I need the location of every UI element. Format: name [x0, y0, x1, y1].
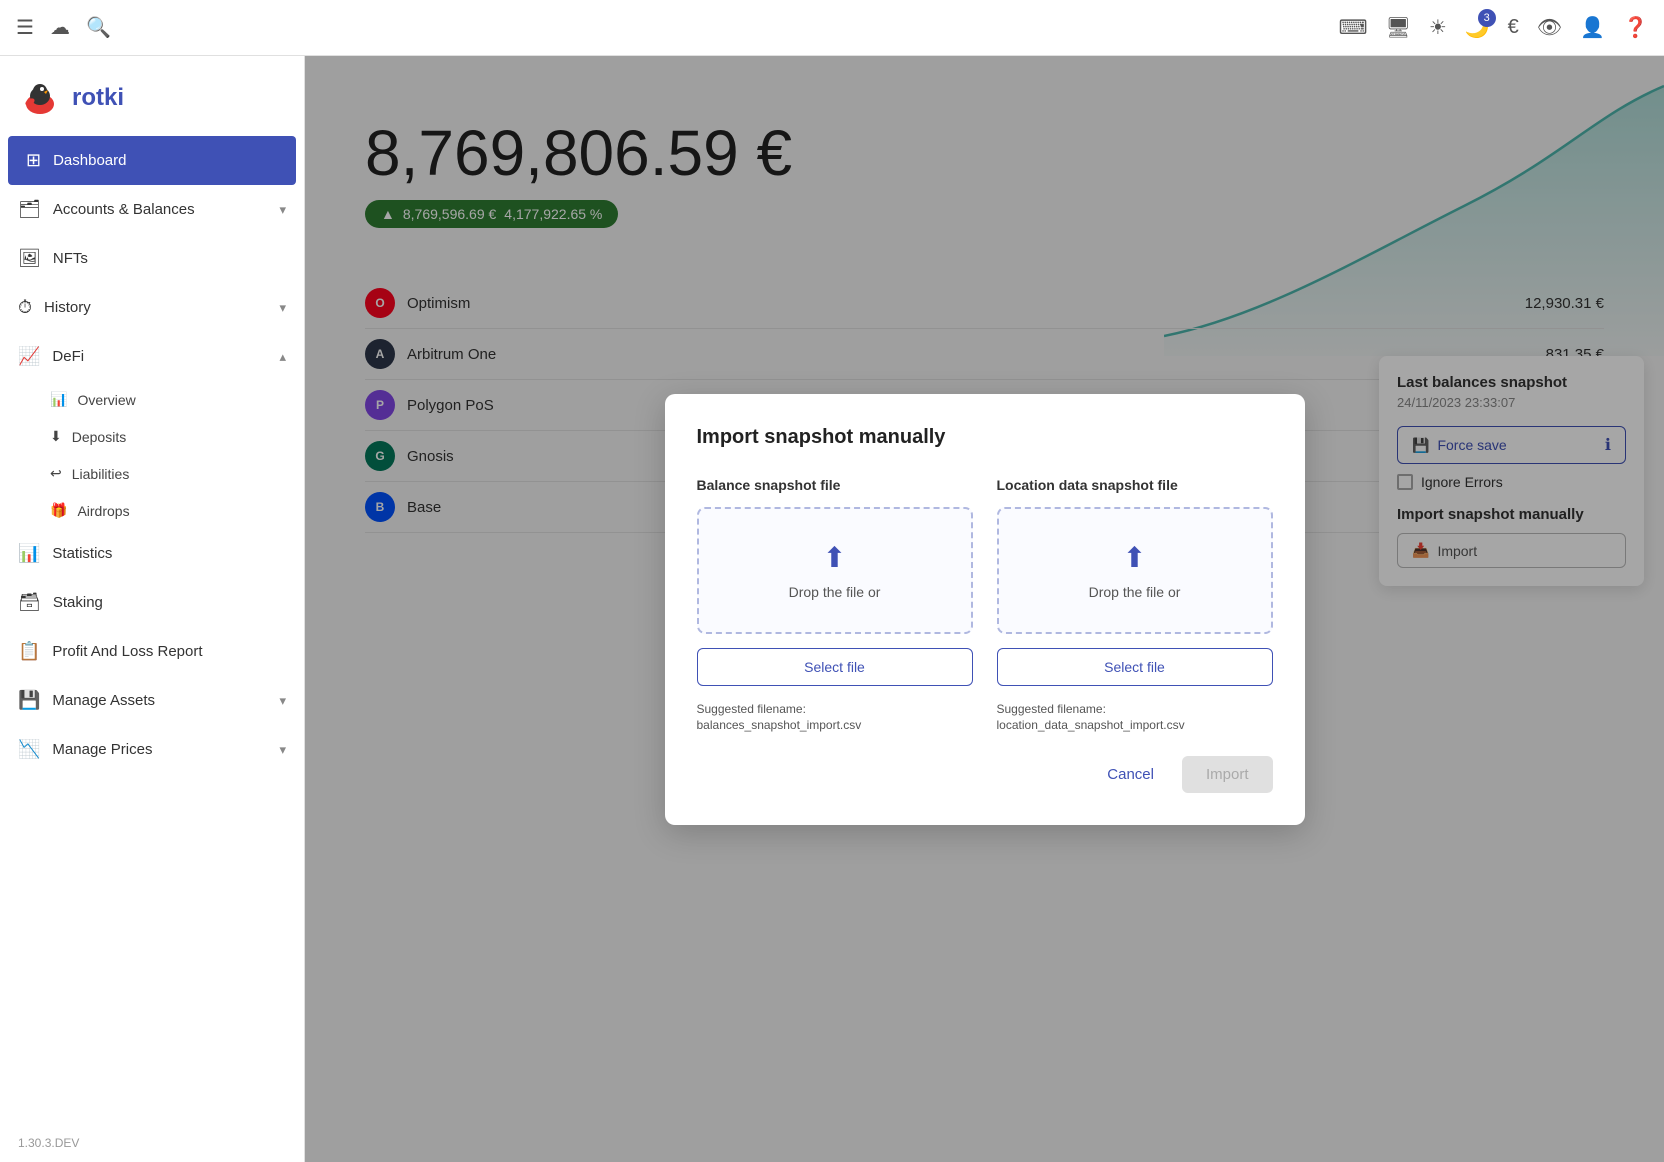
- app-version: 1.30.3.DEV: [0, 1124, 304, 1162]
- statistics-icon: 📊: [18, 543, 40, 564]
- upload-icon-location: ⬆: [1123, 541, 1146, 574]
- main-layout: rotki ⊞ Dashboard 🗂 Accounts & Balances …: [0, 56, 1664, 1162]
- import-snapshot-modal: Import snapshot manually Balance snapsho…: [665, 394, 1305, 825]
- sidebar-sub-airdrops[interactable]: 🎁 Airdrops: [50, 492, 304, 529]
- sidebar-item-dashboard[interactable]: ⊞ Dashboard: [8, 136, 296, 185]
- logo-image: [18, 76, 62, 120]
- sidebar-item-nfts[interactable]: 🖼 NFTs: [0, 234, 304, 283]
- import-button[interactable]: Import: [1182, 756, 1273, 793]
- cancel-button[interactable]: Cancel: [1091, 758, 1170, 791]
- sidebar-label-history: History: [44, 299, 91, 316]
- browser-icon[interactable]: 🖥: [1385, 15, 1410, 40]
- deposits-label: Deposits: [72, 429, 126, 445]
- cloud-icon[interactable]: ☁: [50, 15, 70, 40]
- balance-col-title: Balance snapshot file: [697, 477, 973, 493]
- airdrops-icon: 🎁: [50, 502, 67, 519]
- nfts-icon: 🖼: [18, 248, 41, 269]
- location-col-title: Location data snapshot file: [997, 477, 1273, 493]
- euro-icon[interactable]: €: [1508, 16, 1519, 39]
- select-file-location-button[interactable]: Select file: [997, 648, 1273, 686]
- sidebar-label-defi: DeFi: [52, 348, 84, 365]
- sidebar-label-staking: Staking: [53, 594, 103, 611]
- person-icon[interactable]: 👤: [1580, 15, 1605, 40]
- notification-count: 3: [1478, 9, 1496, 27]
- sidebar-item-manage-assets[interactable]: 💾 Manage Assets ▾: [0, 676, 304, 725]
- profit-loss-icon: 📋: [18, 641, 40, 662]
- topbar-right: ⌨ 🖥 ☀ 🌙 3 € 👁 👤 ❓: [1339, 15, 1648, 40]
- search-icon[interactable]: 🔍: [86, 15, 111, 40]
- sidebar-sub-deposits[interactable]: ⬇ Deposits: [50, 418, 304, 455]
- modal-overlay: Import snapshot manually Balance snapsho…: [305, 56, 1664, 1162]
- sidebar-label-profit-loss: Profit And Loss Report: [52, 643, 202, 660]
- chevron-history: ▾: [279, 300, 286, 316]
- sidebar-item-statistics[interactable]: 📊 Statistics: [0, 529, 304, 578]
- notification-bell[interactable]: 🌙 3: [1465, 15, 1490, 40]
- balance-suggested: Suggested filename: balances_snapshot_im…: [697, 702, 973, 732]
- sidebar: rotki ⊞ Dashboard 🗂 Accounts & Balances …: [0, 56, 305, 1162]
- staking-icon: 🗃: [18, 592, 41, 613]
- modal-actions: Cancel Import: [697, 756, 1273, 793]
- sidebar-label-dashboard: Dashboard: [53, 152, 126, 169]
- sidebar-label-manage-prices: Manage Prices: [52, 741, 152, 758]
- chevron-accounts: ▾: [279, 202, 286, 218]
- dashboard-icon: ⊞: [26, 150, 41, 171]
- balance-drop-zone[interactable]: ⬆ Drop the file or: [697, 507, 973, 634]
- sidebar-item-profit-loss[interactable]: 📋 Profit And Loss Report: [0, 627, 304, 676]
- menu-icon[interactable]: ☰: [16, 15, 34, 40]
- location-drop-zone[interactable]: ⬆ Drop the file or: [997, 507, 1273, 634]
- defi-icon: 📈: [18, 346, 40, 367]
- location-col: Location data snapshot file ⬆ Drop the f…: [997, 477, 1273, 732]
- topbar-left: ☰ ☁ 🔍: [16, 15, 111, 40]
- sidebar-item-defi[interactable]: 📈 DeFi ▴: [0, 332, 304, 381]
- overview-icon: 📊: [50, 391, 67, 408]
- accounts-icon: 🗂: [18, 199, 41, 220]
- sidebar-item-accounts-balances[interactable]: 🗂 Accounts & Balances ▾: [0, 185, 304, 234]
- manage-prices-icon: 📉: [18, 739, 40, 760]
- sun-icon[interactable]: ☀: [1429, 15, 1447, 40]
- topbar: ☰ ☁ 🔍 ⌨ 🖥 ☀ 🌙 3 € 👁 👤 ❓: [0, 0, 1664, 56]
- location-suggested: Suggested filename: location_data_snapsh…: [997, 702, 1273, 732]
- content-area: 8,769,806.59 € ▲ 8,769,596.69 € 4,177,92…: [305, 56, 1664, 1162]
- liabilities-label: Liabilities: [72, 466, 130, 482]
- sidebar-label-accounts: Accounts & Balances: [53, 201, 195, 218]
- history-icon: ⏱: [18, 297, 32, 318]
- chevron-manage-assets: ▾: [279, 693, 286, 709]
- deposits-icon: ⬇: [50, 428, 62, 445]
- sidebar-sub-overview[interactable]: 📊 Overview: [50, 381, 304, 418]
- select-file-balance-button[interactable]: Select file: [697, 648, 973, 686]
- airdrops-label: Airdrops: [77, 503, 129, 519]
- sidebar-item-history[interactable]: ⏱ History ▾: [0, 283, 304, 332]
- eye-icon[interactable]: 👁: [1537, 15, 1562, 40]
- defi-submenu: 📊 Overview ⬇ Deposits ↩ Liabilities 🎁 Ai…: [0, 381, 304, 529]
- modal-columns: Balance snapshot file ⬆ Drop the file or…: [697, 477, 1273, 732]
- overview-label: Overview: [77, 392, 135, 408]
- balance-col: Balance snapshot file ⬆ Drop the file or…: [697, 477, 973, 732]
- liabilities-icon: ↩: [50, 465, 62, 482]
- sidebar-label-statistics: Statistics: [52, 545, 112, 562]
- app-name: rotki: [72, 84, 124, 112]
- modal-title: Import snapshot manually: [697, 426, 1273, 449]
- sidebar-item-manage-prices[interactable]: 📉 Manage Prices ▾: [0, 725, 304, 774]
- sidebar-label-nfts: NFTs: [53, 250, 88, 267]
- code-icon[interactable]: ⌨: [1339, 15, 1368, 40]
- chevron-defi: ▴: [279, 349, 286, 365]
- sidebar-item-staking[interactable]: 🗃 Staking: [0, 578, 304, 627]
- dashboard-background: 8,769,806.59 € ▲ 8,769,596.69 € 4,177,92…: [305, 56, 1664, 1162]
- help-icon[interactable]: ❓: [1623, 15, 1648, 40]
- manage-assets-icon: 💾: [18, 690, 40, 711]
- sidebar-logo: rotki: [0, 56, 304, 136]
- balance-drop-text: Drop the file or: [789, 584, 881, 600]
- sidebar-sub-liabilities[interactable]: ↩ Liabilities: [50, 455, 304, 492]
- upload-icon-balance: ⬆: [823, 541, 846, 574]
- chevron-manage-prices: ▾: [279, 742, 286, 758]
- location-drop-text: Drop the file or: [1089, 584, 1181, 600]
- sidebar-label-manage-assets: Manage Assets: [52, 692, 155, 709]
- logo-svg: [18, 76, 62, 120]
